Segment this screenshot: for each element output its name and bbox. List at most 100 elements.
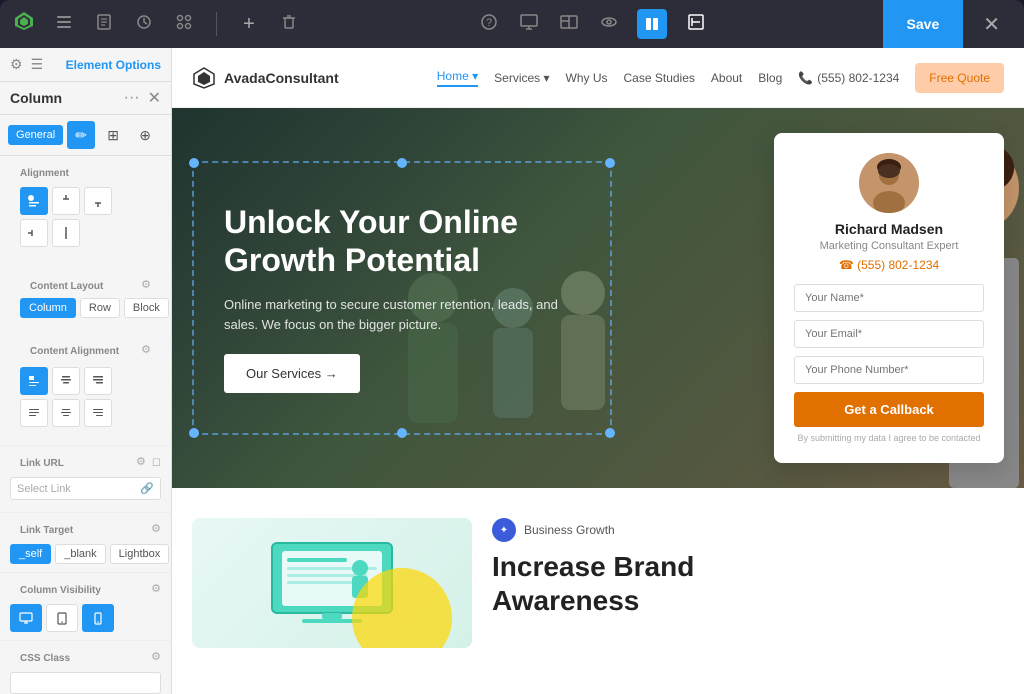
panel-title-icons: ··· ✕ [124,88,161,108]
email-input[interactable] [794,320,984,348]
toolbar-right: Save ✕ [883,0,1012,48]
align-top-center[interactable] [52,187,80,215]
target-blank-btn[interactable]: _blank [55,544,105,564]
align-mid-center[interactable] [52,219,80,247]
selection-dot-bm [397,428,407,438]
layers-icon[interactable] [52,13,76,36]
selection-dot-tm [397,158,407,168]
css-class-help-icon[interactable]: ⚙ [151,650,161,663]
column-visibility-section: Column Visibility ⚙ [0,572,171,640]
content-align-section: Content Alignment ⚙ [0,332,171,445]
visibility-btn-group [10,604,161,632]
layout-btn-group: Column Row Block [10,298,161,324]
help-icon[interactable]: ? [477,13,501,36]
align-mid-right-cell[interactable] [84,399,112,427]
link-help-icon[interactable]: ⚙ [136,455,146,468]
hero-content: Unlock Your Online Growth Potential Onli… [192,161,612,436]
target-self-btn[interactable]: _self [10,544,51,564]
link-select-input[interactable]: Select Link 🔗 [10,477,161,500]
hero-section: Unlock Your Online Growth Potential Onli… [172,108,1024,488]
content-align-label: Content Alignment [20,338,129,361]
content-align-grid [20,363,151,431]
tab-general[interactable]: General [8,125,63,145]
nav-why-us[interactable]: Why Us [566,71,608,85]
target-lightbox-btn[interactable]: Lightbox [110,544,170,564]
layout-row-btn[interactable]: Row [80,298,120,318]
panel-close-icon[interactable]: ✕ [148,88,161,108]
eye-icon[interactable] [597,13,621,36]
phone-input[interactable] [794,356,984,384]
align-mid-left[interactable] [20,219,48,247]
consent-text: By submitting my data I agree to be cont… [794,433,984,443]
free-quote-button[interactable]: Free Quote [915,63,1004,93]
sidebar-header-icons: ⚙ ☰ [10,56,43,73]
link-target-help-icon[interactable]: ⚙ [151,522,161,535]
content-layout-help-icon[interactable]: ⚙ [141,278,151,291]
align-mid-left-cell[interactable] [20,399,48,427]
badge-row: ✦ Business Growth [492,518,1004,542]
save-button[interactable]: Save [883,0,964,48]
tab-plus-icon[interactable]: ⊕ [131,121,159,149]
our-services-button[interactable]: Our Services → [224,354,360,393]
column-visibility-label-row: Column Visibility ⚙ [10,577,161,600]
align-mid-center-cell[interactable] [52,399,80,427]
vis-tablet-btn[interactable] [46,604,78,632]
main-layout: ⚙ ☰ Element Options Column ··· ✕ General… [0,48,1024,694]
preview-area: AvadaConsultant Home ▾ Services ▾ Why Us… [172,48,1024,694]
align-top-left[interactable] [20,187,48,215]
target-btn-group: _self _blank Lightbox [10,544,161,564]
name-input[interactable] [794,284,984,312]
alignment-label: Alignment [10,160,161,183]
desktop-icon[interactable] [517,13,541,36]
hero-title: Unlock Your Online Growth Potential [224,203,580,280]
elements-icon[interactable] [172,13,196,36]
align-top-center-cell[interactable] [52,367,80,395]
link-responsive-icon[interactable]: ◻ [152,455,161,468]
panel-title: Column [10,90,62,106]
avada-logo-icon[interactable] [12,10,36,38]
logo-text: AvadaConsultant [224,70,339,86]
align-top-left-cell[interactable] [20,367,48,395]
pages-icon[interactable] [637,9,667,39]
nav-about[interactable]: About [711,71,742,85]
layout-column-btn[interactable]: Column [20,298,76,318]
content-align-help-icon[interactable]: ⚙ [141,343,151,356]
css-class-input[interactable] [10,672,161,694]
tab-grid-icon[interactable]: ⊞ [99,121,127,149]
link-target-label: Link Target [10,517,83,540]
consultant-phone: ☎ (555) 802-1234 [794,258,984,272]
history-icon[interactable] [132,13,156,36]
panel-more-icon[interactable]: ··· [124,89,140,107]
nav-blog[interactable]: Blog [758,71,782,85]
toolbar-center: ? [477,9,707,40]
sidebar-list-icon[interactable]: ☰ [31,56,44,73]
link-chain-icon: 🔗 [140,482,154,495]
site-nav-links: Home ▾ Services ▾ Why Us Case Studies Ab… [437,63,1004,93]
code-icon[interactable] [683,9,707,40]
align-top-right-cell[interactable] [84,367,112,395]
sidebar-gear-icon[interactable]: ⚙ [10,56,23,73]
nav-services[interactable]: Services ▾ [494,71,549,85]
column-visibility-help-icon[interactable]: ⚙ [151,582,161,595]
consultant-avatar [859,153,919,213]
vis-desktop-btn[interactable] [10,604,42,632]
link-url-label: Link URL [10,450,74,473]
sidebar-header: ⚙ ☰ Element Options [0,48,171,82]
illustration-area [192,518,472,648]
content-align-row: Content Alignment ⚙ [10,336,161,363]
nav-case-studies[interactable]: Case Studies [624,71,695,85]
vis-mobile-btn[interactable] [82,604,114,632]
consultant-title: Marketing Consultant Expert [794,240,984,252]
close-button[interactable]: ✕ [971,4,1012,45]
delete-icon[interactable] [277,13,301,36]
left-sidebar: ⚙ ☰ Element Options Column ··· ✕ General… [0,48,172,694]
layout-icon[interactable] [557,13,581,36]
tab-pen-icon[interactable]: ✏ [67,121,95,149]
brand-title: Increase Brand Awareness [492,550,1004,617]
nav-home[interactable]: Home ▾ [437,69,478,87]
add-icon[interactable]: + [237,13,261,36]
layout-block-btn[interactable]: Block [124,298,169,318]
callback-button[interactable]: Get a Callback [794,392,984,427]
page-icon[interactable] [92,13,116,36]
align-top-right[interactable] [84,187,112,215]
